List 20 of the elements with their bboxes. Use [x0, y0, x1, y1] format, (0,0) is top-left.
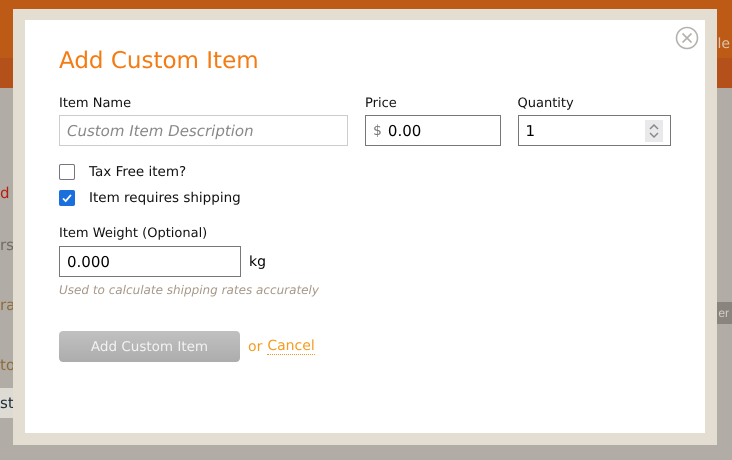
input-field[interactable]: Custom Item Description [59, 115, 348, 146]
hint-text: Used to calculate shipping rates accurately [59, 283, 320, 297]
input-field[interactable]: $ 0.00 [365, 115, 501, 146]
field-label: Quantity [518, 96, 575, 111]
checkbox-label: Item requires shipping [89, 190, 241, 206]
spinner-icon[interactable] [645, 120, 663, 142]
dialog-title: Add Custom Item [59, 48, 260, 74]
input-field[interactable]: 0.000 [59, 246, 241, 277]
nav-text: le [717, 36, 730, 52]
checkbox[interactable] [59, 190, 75, 206]
field-label: Item Weight (Optional) [59, 226, 208, 241]
checkbox[interactable] [59, 164, 75, 180]
or-text: or [248, 338, 262, 354]
field-label: Price [365, 96, 398, 111]
field-label: Item Name [59, 96, 132, 111]
unit-text: kg [249, 254, 266, 270]
page-text: d [0, 184, 11, 202]
input-field[interactable]: 1 [518, 115, 671, 146]
checkbox-label: Tax Free item? [89, 164, 186, 180]
page-text: rs [0, 236, 15, 254]
